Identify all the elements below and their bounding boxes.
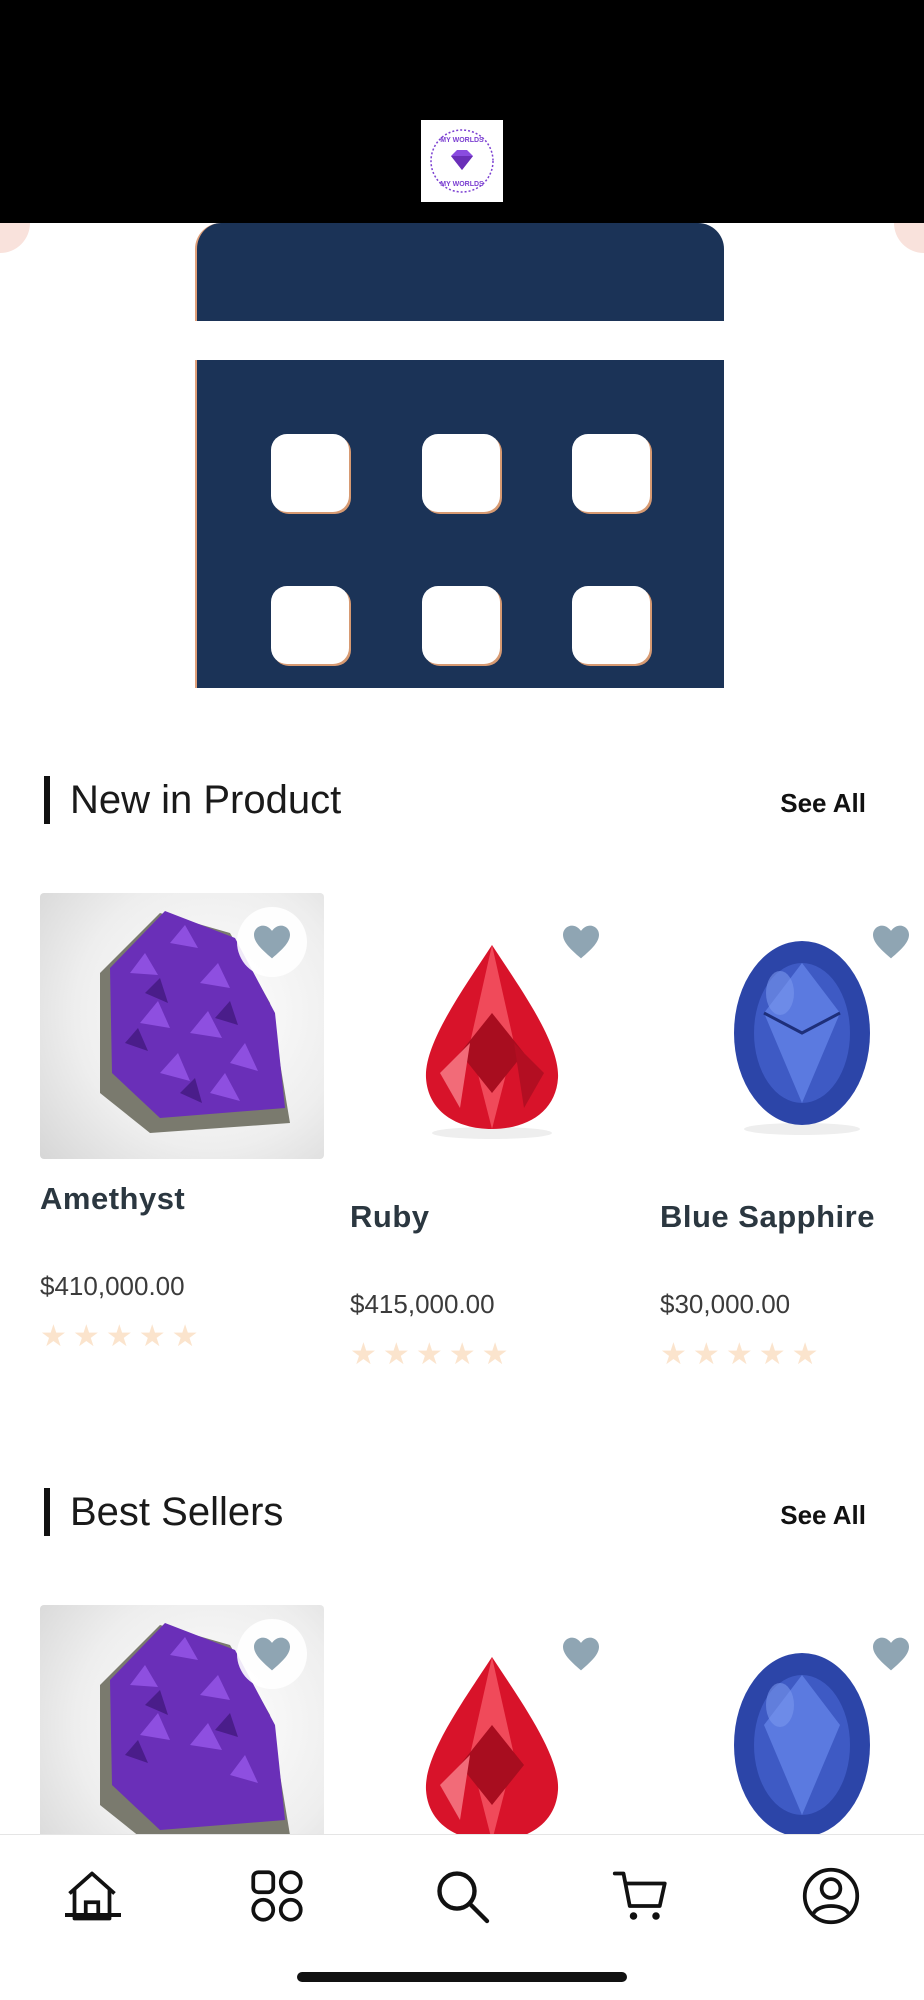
product-card-blue-sapphire[interactable]: Blue Sapphire $30,000.00 ★ ★ ★ ★ ★ bbox=[660, 893, 924, 1370]
star-icon: ★ bbox=[791, 1338, 819, 1371]
nav-home[interactable] bbox=[47, 1851, 137, 1941]
product-image bbox=[350, 1605, 634, 1834]
svg-text:MY WORLDS: MY WORLDS bbox=[440, 137, 484, 144]
product-name: Amethyst bbox=[40, 1181, 186, 1216]
section-heading: New in Product bbox=[70, 777, 342, 822]
product-card-ruby[interactable] bbox=[350, 1605, 634, 1834]
nav-cart[interactable] bbox=[596, 1851, 686, 1941]
categories-icon bbox=[251, 1870, 303, 1922]
heart-icon bbox=[254, 1637, 290, 1671]
banner-decoration bbox=[0, 223, 30, 253]
product-card-ruby[interactable]: Ruby $415,000.00 ★ ★ ★ ★ ★ bbox=[350, 893, 634, 1370]
star-icon: ★ bbox=[382, 1338, 410, 1371]
favorite-button[interactable] bbox=[546, 1619, 616, 1689]
calendar-grid-graphic bbox=[195, 360, 724, 688]
product-name: Ruby bbox=[350, 1199, 430, 1234]
heart-icon bbox=[563, 925, 599, 959]
star-icon: ★ bbox=[758, 1338, 786, 1371]
app-header: MY WORLDS MY WORLDS bbox=[0, 0, 924, 223]
system-home-indicator[interactable] bbox=[297, 1972, 627, 1982]
product-image bbox=[660, 893, 924, 1159]
favorite-button[interactable] bbox=[546, 907, 616, 977]
star-icon: ★ bbox=[40, 1320, 67, 1353]
see-all-new-products-button[interactable]: See All bbox=[780, 788, 866, 819]
section-title-new-in-product: New in Product bbox=[44, 776, 341, 824]
calendar-cell bbox=[572, 586, 650, 664]
product-card-amethyst[interactable]: Amethyst $410,000.00 ★ ★ ★ ★ ★ bbox=[40, 893, 324, 1352]
diamond-logo-icon: MY WORLDS MY WORLDS bbox=[430, 129, 494, 193]
star-icon: ★ bbox=[105, 1320, 133, 1353]
star-icon: ★ bbox=[415, 1338, 443, 1371]
heart-icon bbox=[873, 925, 909, 959]
favorite-button[interactable] bbox=[237, 907, 307, 977]
star-icon: ★ bbox=[660, 1338, 687, 1371]
see-all-best-sellers-button[interactable]: See All bbox=[780, 1500, 866, 1531]
heart-icon bbox=[873, 1637, 909, 1671]
cart-icon bbox=[612, 1871, 667, 1920]
rating-stars: ★ ★ ★ ★ ★ bbox=[660, 1340, 924, 1370]
product-image bbox=[350, 893, 634, 1159]
star-icon: ★ bbox=[692, 1338, 720, 1371]
product-price: $410,000.00 bbox=[40, 1271, 185, 1301]
brand-logo[interactable]: MY WORLDS MY WORLDS bbox=[421, 120, 503, 202]
calendar-header-graphic bbox=[195, 223, 724, 321]
favorite-button[interactable] bbox=[856, 907, 924, 977]
star-icon: ★ bbox=[171, 1320, 199, 1353]
star-icon: ★ bbox=[725, 1338, 753, 1371]
section-accent-bar bbox=[44, 776, 50, 824]
product-name: Blue Sapphire bbox=[660, 1199, 875, 1234]
product-image bbox=[660, 1605, 924, 1834]
profile-icon bbox=[802, 1867, 860, 1925]
calendar-cell bbox=[572, 434, 650, 512]
banner-decoration bbox=[894, 223, 924, 253]
search-icon bbox=[437, 1871, 490, 1924]
svg-text:MY WORLDS: MY WORLDS bbox=[440, 181, 484, 188]
product-card-amethyst[interactable] bbox=[40, 1605, 324, 1834]
product-image bbox=[40, 893, 324, 1159]
favorite-button[interactable] bbox=[856, 1619, 924, 1689]
rating-stars: ★ ★ ★ ★ ★ bbox=[40, 1322, 324, 1352]
product-price: $30,000.00 bbox=[660, 1289, 791, 1319]
calendar-cell bbox=[422, 434, 500, 512]
nav-search[interactable] bbox=[417, 1851, 507, 1941]
rating-stars: ★ ★ ★ ★ ★ bbox=[350, 1340, 634, 1370]
home-icon bbox=[68, 1871, 116, 1921]
calendar-cell bbox=[271, 586, 349, 664]
star-icon: ★ bbox=[350, 1338, 377, 1371]
product-image bbox=[40, 1605, 324, 1834]
section-title-best-sellers: Best Sellers bbox=[44, 1488, 283, 1536]
active-tab-indicator bbox=[65, 1913, 121, 1917]
calendar-cell bbox=[422, 586, 500, 664]
favorite-button[interactable] bbox=[237, 1619, 307, 1689]
heart-icon bbox=[563, 1637, 599, 1671]
star-icon: ★ bbox=[138, 1320, 166, 1353]
star-icon: ★ bbox=[448, 1338, 476, 1371]
product-price: $415,000.00 bbox=[350, 1289, 495, 1319]
product-card-blue-sapphire[interactable] bbox=[660, 1605, 924, 1834]
section-accent-bar bbox=[44, 1488, 50, 1536]
nav-profile[interactable] bbox=[786, 1851, 876, 1941]
promo-banner[interactable] bbox=[0, 223, 924, 688]
section-heading: Best Sellers bbox=[70, 1489, 284, 1534]
heart-icon bbox=[254, 925, 290, 959]
star-icon: ★ bbox=[481, 1338, 509, 1371]
star-icon: ★ bbox=[72, 1320, 100, 1353]
nav-categories[interactable] bbox=[232, 1851, 322, 1941]
calendar-cell bbox=[271, 434, 349, 512]
